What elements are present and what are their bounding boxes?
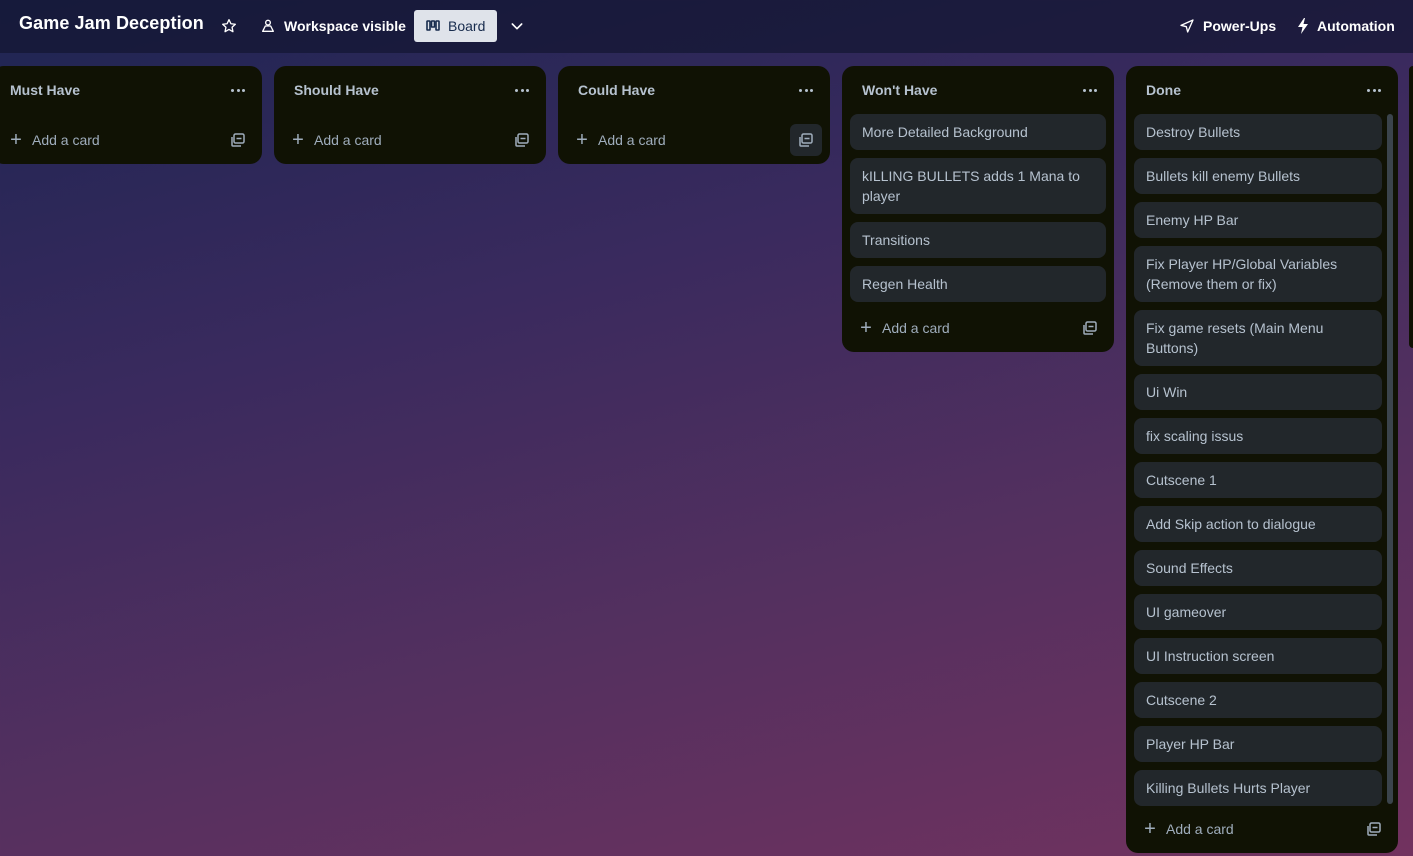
list-title[interactable]: Won't Have [862,82,937,98]
card[interactable]: Enemy HP Bar [1134,202,1382,238]
template-icon [1083,321,1097,335]
add-card-label: Add a card [598,132,666,148]
card[interactable]: Add Skip action to dialogue [1134,506,1382,542]
star-button[interactable] [219,10,239,42]
create-from-template-button[interactable] [1074,312,1106,344]
add-card-button[interactable]: + Add a card [858,312,950,344]
card[interactable]: More Detailed Background [850,114,1106,150]
power-ups-label: Power-Ups [1203,18,1277,34]
list-menu-button[interactable] [1078,80,1102,100]
list-menu-button[interactable] [510,80,534,100]
chevron-down-icon [511,23,523,30]
workspace-visibility-button[interactable]: Workspace visible [260,10,406,42]
add-card-button[interactable]: + Add a card [1142,813,1234,845]
list-header: Won't Have [842,66,1114,114]
list-menu-button[interactable] [1362,80,1386,100]
list-header: Must Have [0,66,262,114]
create-from-template-button[interactable] [790,124,822,156]
card[interactable]: Killing Bullets Hurts Player [1134,770,1382,806]
plus-icon: + [576,129,588,151]
card[interactable]: Sound Effects [1134,550,1382,586]
card[interactable]: fix scaling issus [1134,418,1382,454]
automation-label: Automation [1317,18,1395,34]
rocket-icon [1180,19,1194,33]
add-card-button[interactable]: + Add a card [574,124,666,156]
add-card-button[interactable]: + Add a card [8,124,100,156]
ellipsis-icon [1367,88,1371,92]
list-must-have: Must Have + Add a card [0,66,262,164]
list-done: Done Destroy Bullets Bullets kill enemy … [1126,66,1398,853]
list-scrollbar[interactable] [1387,114,1393,804]
board-icon [426,20,440,31]
list-title[interactable]: Should Have [294,82,379,98]
card[interactable]: Destroy Bullets [1134,114,1382,150]
card[interactable]: UI Instruction screen [1134,638,1382,674]
template-icon [231,133,245,147]
list-menu-button[interactable] [226,80,250,100]
template-icon [1367,822,1381,836]
template-icon [515,133,529,147]
card[interactable]: Cutscene 2 [1134,682,1382,718]
card[interactable]: Regen Health [850,266,1106,302]
people-icon [262,19,274,32]
workspace-visibility-label: Workspace visible [284,18,406,34]
add-card-label: Add a card [1166,821,1234,837]
list-title[interactable]: Done [1146,82,1181,98]
add-card-button[interactable]: + Add a card [290,124,382,156]
list-header: Should Have [274,66,546,114]
ellipsis-icon [515,88,519,92]
board-title[interactable]: Game Jam Deception [19,13,204,34]
list-could-have: Could Have + Add a card [558,66,830,164]
card[interactable]: UI gameover [1134,594,1382,630]
ellipsis-icon [231,88,235,92]
create-from-template-button[interactable] [222,124,254,156]
add-card-label: Add a card [32,132,100,148]
create-from-template-button[interactable] [506,124,538,156]
list-header: Done [1126,66,1398,114]
card[interactable]: kILLING BULLETS adds 1 Mana to player [850,158,1106,214]
add-card-label: Add a card [882,320,950,336]
list-menu-button[interactable] [794,80,818,100]
card[interactable]: Ui Win [1134,374,1382,410]
automation-button[interactable]: Automation [1297,10,1395,42]
card[interactable]: Fix Player HP/Global Variables (Remove t… [1134,246,1382,302]
board-view-label: Board [448,18,486,34]
board-view-button[interactable]: Board [414,10,498,42]
plus-icon: + [860,317,872,339]
template-icon [799,133,813,147]
card[interactable]: Player HP Bar [1134,726,1382,762]
star-icon [222,19,236,33]
card[interactable]: Fix game resets (Main Menu Buttons) [1134,310,1382,366]
card[interactable]: Transitions [850,222,1106,258]
list-wont-have: Won't Have More Detailed Background kILL… [842,66,1114,352]
card[interactable]: Bullets kill enemy Bullets [1134,158,1382,194]
add-card-label: Add a card [314,132,382,148]
list-title[interactable]: Could Have [578,82,655,98]
next-list-edge [1409,66,1413,348]
board-header: Game Jam Deception Workspace visible Boa… [0,0,1413,53]
views-dropdown-button[interactable] [507,10,527,42]
list-header: Could Have [558,66,830,114]
plus-icon: + [1144,818,1156,840]
card[interactable]: Cutscene 1 [1134,462,1382,498]
lightning-icon [1298,18,1308,34]
plus-icon: + [10,129,22,151]
ellipsis-icon [1083,88,1087,92]
power-ups-button[interactable]: Power-Ups [1179,10,1276,42]
list-should-have: Should Have + Add a card [274,66,546,164]
plus-icon: + [292,129,304,151]
create-from-template-button[interactable] [1358,813,1390,845]
ellipsis-icon [799,88,803,92]
list-title[interactable]: Must Have [10,82,80,98]
